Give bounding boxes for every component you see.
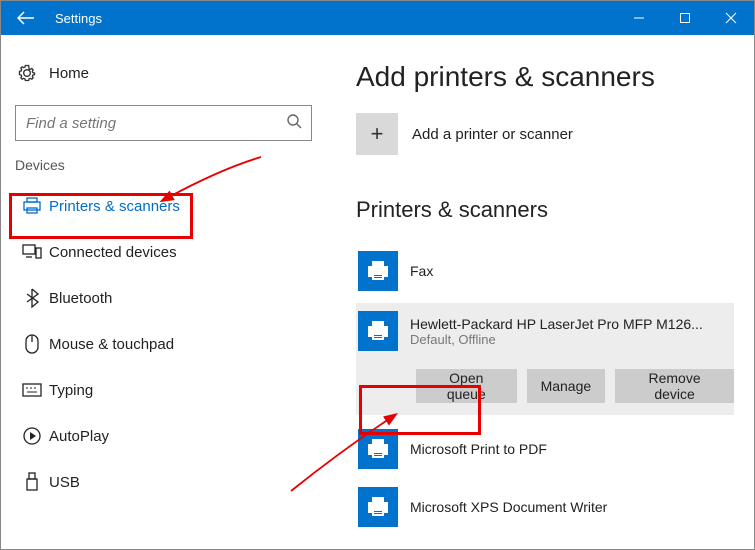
device-actions: Open queue Manage Remove device [356,359,734,415]
usb-icon [15,472,49,492]
printers-heading: Printers & scanners [356,197,734,223]
sidebar-item-autoplay[interactable]: AutoPlay [15,413,312,459]
device-name: Fax [410,263,433,279]
device-row-xps[interactable]: Microsoft XPS Document Writer [356,481,734,533]
sidebar-item-label: Printers & scanners [49,198,180,215]
autoplay-icon [15,427,49,445]
add-printer-row[interactable]: + Add a printer or scanner [356,113,734,155]
sidebar-item-printers[interactable]: Printers & scanners [15,183,312,229]
device-row-hp[interactable]: Hewlett-Packard HP LaserJet Pro MFP M126… [356,303,734,359]
sidebar-item-label: AutoPlay [49,428,109,445]
device-name: Microsoft XPS Document Writer [410,499,607,515]
sidebar-item-mouse[interactable]: Mouse & touchpad [15,321,312,367]
device-row-pdf[interactable]: Microsoft Print to PDF [356,423,734,475]
printer-icon [358,487,398,527]
open-queue-button[interactable]: Open queue [416,369,517,403]
sidebar-item-label: Typing [49,382,93,399]
sidebar-item-label: Connected devices [49,244,177,261]
bluetooth-icon [15,288,49,308]
sidebar-item-connected[interactable]: Connected devices [15,229,312,275]
printer-icon [358,251,398,291]
window-title: Settings [51,11,616,26]
printer-icon [358,311,398,351]
manage-button[interactable]: Manage [527,369,606,403]
device-status: Default, Offline [410,332,703,347]
remove-device-button[interactable]: Remove device [615,369,734,403]
sidebar-section-label: Devices [15,157,312,173]
search-input[interactable] [15,105,312,141]
printer-icon [15,197,49,215]
plus-icon: + [356,113,398,155]
keyboard-icon [15,383,49,397]
minimize-button[interactable] [616,1,662,35]
back-button[interactable] [1,1,51,35]
device-name: Hewlett-Packard HP LaserJet Pro MFP M126… [410,316,703,332]
home-label: Home [39,65,89,82]
sidebar-item-label: Mouse & touchpad [49,336,174,353]
sidebar-item-label: Bluetooth [49,290,112,307]
window-titlebar: Settings [1,1,754,35]
main-panel: Add printers & scanners + Add a printer … [326,35,754,549]
sidebar-item-label: USB [49,474,80,491]
sidebar-item-usb[interactable]: USB [15,459,312,505]
add-printer-label: Add a printer or scanner [412,126,573,143]
device-row-fax[interactable]: Fax [356,245,734,297]
add-heading: Add printers & scanners [356,61,734,93]
gear-icon [15,63,39,83]
maximize-button[interactable] [662,1,708,35]
sidebar-item-typing[interactable]: Typing [15,367,312,413]
device-name: Microsoft Print to PDF [410,441,547,457]
sidebar-home[interactable]: Home [15,53,312,93]
printer-icon [358,429,398,469]
sidebar: Home Devices Printers & scanners Connect… [1,35,326,549]
close-button[interactable] [708,1,754,35]
devices-icon [15,244,49,260]
search-icon [286,113,302,129]
sidebar-item-bluetooth[interactable]: Bluetooth [15,275,312,321]
mouse-icon [15,334,49,354]
